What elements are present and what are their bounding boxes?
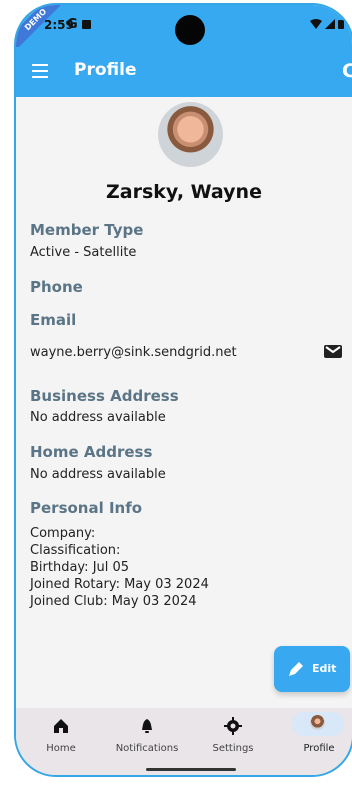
email-icon[interactable] [324,345,342,358]
bottom-navigation: Home Notifications Settings Profile [16,708,352,775]
business-address-title: Business Address [30,387,179,405]
personal-info-classification: Classification: [30,543,121,558]
personal-info-title: Personal Info [30,499,143,517]
notifications-icon [142,719,152,733]
status-icons [310,19,344,29]
nav-profile[interactable]: Profile [284,708,352,766]
edit-button[interactable]: Edit [274,646,350,692]
nav-notifications[interactable]: Notifications [112,708,182,766]
wifi-icon [310,19,322,29]
shopping-bag-icon [82,20,91,29]
home-indicator [146,768,236,771]
business-address-value: No address available [30,410,166,425]
google-status-icon: G [67,17,78,32]
email-value[interactable]: wayne.berry@sink.sendgrid.net [30,345,237,360]
profile-avatar [158,102,223,167]
pencil-icon [289,662,303,676]
status-bar: DEMO 2:59 G [16,5,352,59]
edit-label: Edit [312,662,337,675]
personal-info-birthday: Birthday: Jul 05 [30,560,130,575]
phone-title: Phone [30,278,83,296]
refresh-icon[interactable]: C [342,60,352,82]
personal-info-joined-rotary: Joined Rotary: May 03 2024 [30,577,209,592]
nav-home-label: Home [46,743,76,754]
profile-avatar-icon [310,715,325,730]
signal-icon [325,19,335,29]
page-title: Profile [74,60,137,80]
home-icon [54,719,68,733]
settings-icon [224,717,242,735]
member-type-title: Member Type [30,221,144,239]
phone-frame: DEMO 2:59 G Profile C Zarsky, Wayne Memb… [14,3,352,777]
nav-profile-label: Profile [303,743,335,754]
camera-cutout [175,15,205,45]
home-address-value: No address available [30,467,166,482]
personal-info-list: Company: Classification: Birthday: Jul 0… [30,525,209,610]
profile-name: Zarsky, Wayne [106,181,262,203]
home-address-title: Home Address [30,443,153,461]
menu-icon[interactable] [32,64,48,78]
battery-icon [338,20,344,29]
nav-settings-label: Settings [212,743,254,754]
nav-settings[interactable]: Settings [198,708,268,766]
personal-info-joined-club: Joined Club: May 03 2024 [30,594,197,609]
email-title: Email [30,311,77,329]
app-bar: Profile C [16,47,352,97]
personal-info-company: Company: [30,526,96,541]
nav-notifications-label: Notifications [115,743,179,754]
member-type-value: Active - Satellite [30,245,137,260]
nav-home[interactable]: Home [26,708,96,766]
